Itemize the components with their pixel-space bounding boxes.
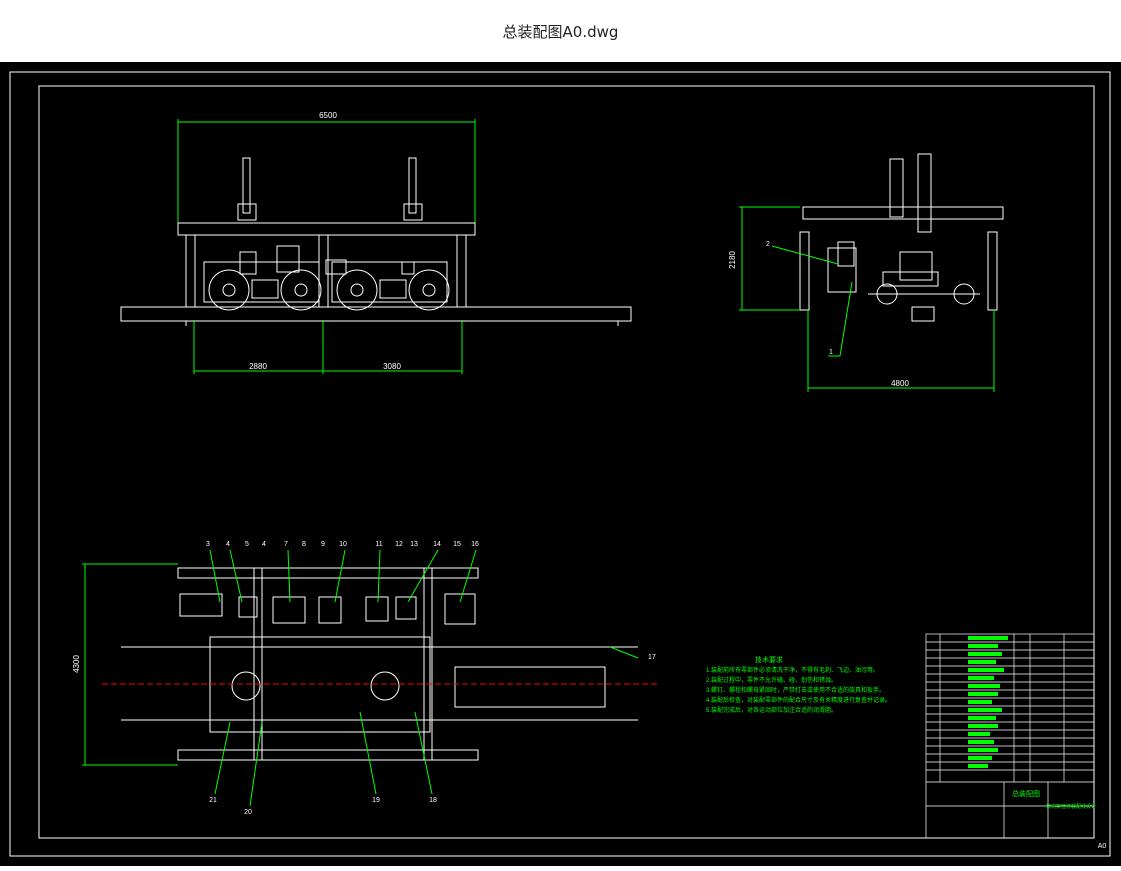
callout-5: 5 bbox=[245, 541, 249, 548]
side-callout-1: 1 bbox=[829, 349, 833, 356]
note-line-5: 5.装配完成后，对各运动部位加注合适的润滑脂。 bbox=[706, 706, 837, 714]
callout-12: 12 bbox=[395, 541, 403, 548]
technical-notes: 技术要求 1.装配前所有零部件必须清洗干净，不得有毛刺、飞边、油污等。 2.装配… bbox=[706, 655, 891, 714]
callout-4b: 4 bbox=[262, 541, 266, 548]
dim-label-2180: 2180 bbox=[728, 251, 737, 269]
callout-16: 16 bbox=[471, 541, 479, 548]
dim-label-3080: 3080 bbox=[383, 362, 401, 371]
dim-spans bbox=[193, 320, 463, 374]
note-line-4: 4.装配后检查，对装配零部件的配合尺寸及有关精度进行复查并记录。 bbox=[706, 696, 891, 704]
drawing-canvas[interactable]: 6500 2880 3080 2180 4800 2 1 4300 3 4 5 … bbox=[0, 62, 1121, 866]
callout-10: 10 bbox=[339, 541, 347, 548]
callout-18: 18 bbox=[429, 797, 437, 804]
note-line-3: 3.螺钉、螺栓和螺母紧固时，严禁打击或使用不合适的旋具和扳手。 bbox=[706, 686, 885, 694]
note-line-1: 1.装配前所有零部件必须清洗干净，不得有毛刺、飞边、油污等。 bbox=[706, 666, 879, 674]
outer-border bbox=[9, 71, 1111, 857]
bom-rows bbox=[968, 636, 1008, 768]
dim-2180 bbox=[739, 206, 800, 311]
callout-3: 3 bbox=[206, 541, 210, 548]
bottom-callout-leaders bbox=[214, 711, 433, 807]
note-line-2: 2.装配过程中，零件不允许磕、碰、划伤和锈蚀。 bbox=[706, 676, 837, 684]
sheet-size: A0 bbox=[1098, 843, 1107, 850]
dim-label-6500: 6500 bbox=[319, 111, 337, 120]
dim-label-4300: 4300 bbox=[72, 655, 81, 673]
side-callout-2: 2 bbox=[766, 241, 770, 248]
callout-14: 14 bbox=[433, 541, 441, 548]
callout-17: 17 bbox=[648, 654, 656, 661]
dim-label-2880: 2880 bbox=[249, 362, 267, 371]
dim-4300 bbox=[82, 563, 178, 766]
callout-8: 8 bbox=[302, 541, 306, 548]
inner-border bbox=[38, 85, 1095, 839]
bottom-callouts: 21 20 19 18 bbox=[209, 797, 437, 816]
side-view bbox=[739, 153, 1004, 392]
callout-19: 19 bbox=[372, 797, 380, 804]
top-view bbox=[121, 567, 638, 761]
file-title: 总装配图A0.dwg bbox=[502, 22, 619, 41]
cad-drawing: 6500 2880 3080 2180 4800 2 1 4300 3 4 5 … bbox=[9, 71, 1111, 857]
callout-7: 7 bbox=[284, 541, 288, 548]
callout-9: 9 bbox=[321, 541, 325, 548]
callout-20: 20 bbox=[244, 809, 252, 816]
company-name: 转向架检修装配线设计 bbox=[1046, 803, 1096, 810]
dim-6500 bbox=[177, 119, 476, 227]
callout-15: 15 bbox=[453, 541, 461, 548]
side-callout-leaders bbox=[771, 245, 853, 357]
top-callouts: 3 4 5 4 7 8 9 10 11 12 13 14 15 16 bbox=[206, 541, 479, 548]
notes-heading: 技术要求 bbox=[755, 655, 783, 664]
window-title-bar: 总装配图A0.dwg bbox=[0, 0, 1121, 62]
callout-13: 13 bbox=[410, 541, 418, 548]
drawing-name: 总装配图 bbox=[1012, 789, 1040, 798]
callout-4a: 4 bbox=[226, 541, 230, 548]
dim-label-4800: 4800 bbox=[891, 379, 909, 388]
callout-11: 11 bbox=[375, 541, 382, 548]
front-view bbox=[120, 119, 632, 374]
callout-21: 21 bbox=[209, 797, 217, 804]
